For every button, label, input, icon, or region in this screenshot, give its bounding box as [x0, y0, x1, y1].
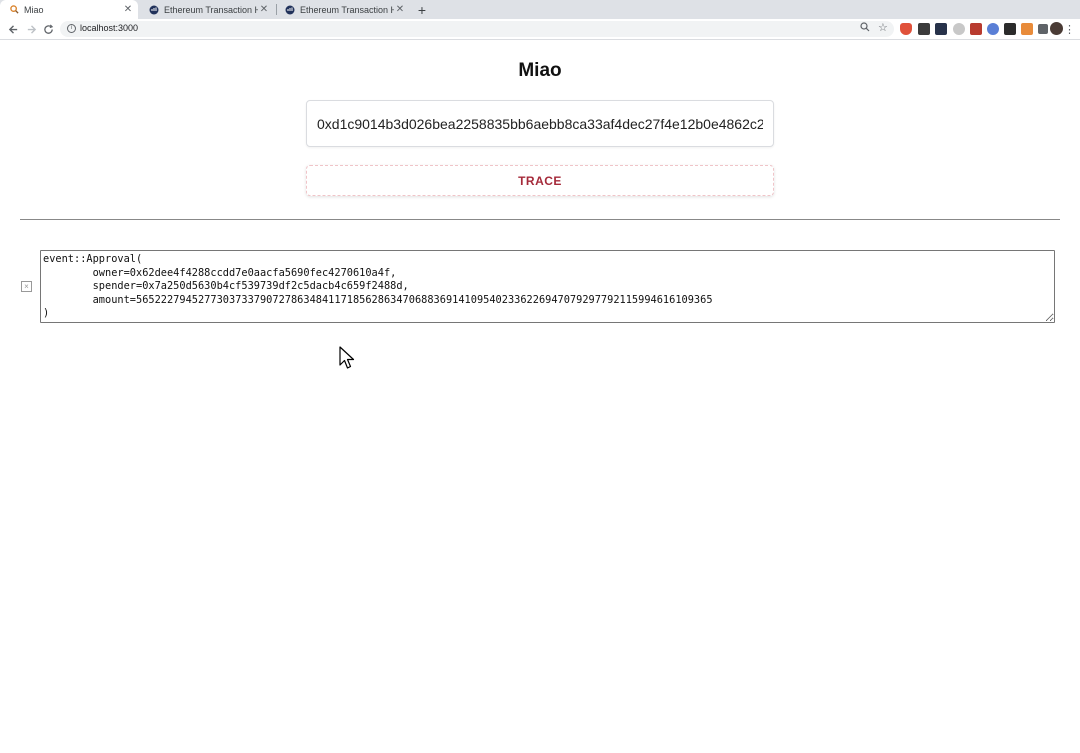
- browser-toolbar: i localhost:3000 ☆: [0, 19, 1080, 40]
- extension-icon-blue[interactable]: [987, 23, 999, 35]
- tx-hash-input[interactable]: [306, 100, 774, 147]
- tab-strip: Miao ✕ Ethereum Transaction Hash ✕ Ether…: [0, 0, 1080, 19]
- tab-etherscan-2[interactable]: Ethereum Transaction Hash ✕: [276, 0, 410, 19]
- tab-miao[interactable]: Miao ✕: [0, 0, 138, 19]
- close-tab-icon[interactable]: ✕: [394, 4, 406, 16]
- extension-icon-dark[interactable]: [918, 23, 930, 35]
- new-tab-button[interactable]: +: [414, 0, 430, 19]
- profile-avatar[interactable]: [1050, 22, 1063, 35]
- trace-result-textarea[interactable]: event::Approval( owner=0x62dee4f4288ccdd…: [40, 250, 1055, 323]
- brave-shield-icon[interactable]: [900, 23, 912, 35]
- mouse-cursor-icon: [339, 346, 355, 375]
- tab-title: Ethereum Transaction Hash: [300, 4, 394, 15]
- extension-icon-red[interactable]: [970, 23, 982, 35]
- tab-title: Miao: [24, 4, 44, 15]
- extension-icon-wallet[interactable]: [935, 23, 947, 35]
- close-tab-icon[interactable]: ✕: [122, 4, 134, 16]
- trace-button[interactable]: TRACE: [306, 165, 774, 196]
- reload-icon[interactable]: [41, 22, 55, 36]
- site-info-icon[interactable]: i: [67, 24, 76, 33]
- page-title: Miao: [518, 60, 562, 81]
- divider: [20, 219, 1060, 220]
- page-content: Miao TRACE × event::Approval( owner=0x62…: [0, 41, 1080, 753]
- kebab-menu-icon[interactable]: ⋮: [1064, 23, 1075, 36]
- tab-title: Ethereum Transaction Hash: [164, 4, 258, 15]
- remove-result-checkbox[interactable]: ×: [21, 281, 32, 292]
- address-bar[interactable]: i localhost:3000 ☆: [60, 21, 894, 37]
- extension-icon-grey[interactable]: [953, 23, 965, 35]
- zoom-icon[interactable]: [860, 22, 870, 35]
- url-text[interactable]: localhost:3000: [80, 23, 138, 33]
- tab-etherscan-1[interactable]: Ethereum Transaction Hash ✕: [140, 0, 274, 19]
- close-tab-icon[interactable]: ✕: [258, 4, 270, 16]
- back-icon[interactable]: [6, 22, 20, 36]
- puzzle-extensions-icon[interactable]: [1038, 24, 1048, 34]
- etherscan-favicon-icon: [149, 5, 159, 15]
- forward-icon[interactable]: [24, 22, 38, 36]
- bookmark-star-icon[interactable]: ☆: [878, 21, 888, 34]
- metamask-fox-icon[interactable]: [1021, 23, 1033, 35]
- etherscan-favicon-icon: [285, 5, 295, 15]
- magnifier-favicon-icon: [9, 5, 19, 15]
- extension-icon-n[interactable]: [1004, 23, 1016, 35]
